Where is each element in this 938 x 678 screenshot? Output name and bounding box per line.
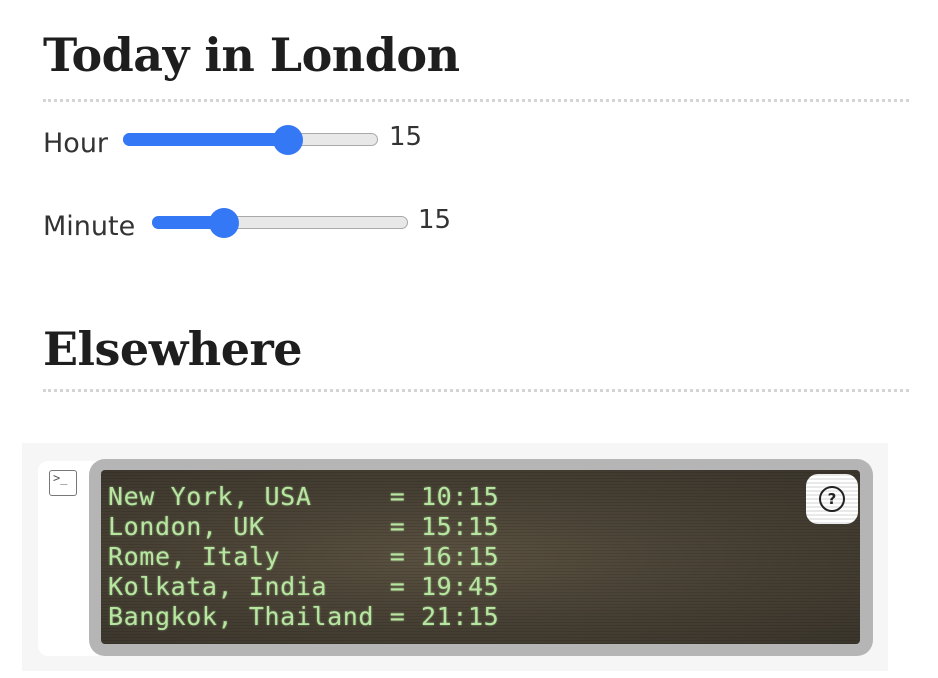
hour-slider-row: Hour 15 bbox=[43, 122, 463, 162]
question-circle-icon: ? bbox=[819, 486, 845, 512]
minute-slider-thumb[interactable] bbox=[209, 208, 239, 238]
elsewhere-divider bbox=[43, 389, 909, 392]
console-output: New York, USA = 10:15 London, UK = 15:15… bbox=[108, 482, 499, 632]
elsewhere-heading: Elsewhere bbox=[43, 322, 303, 376]
hour-slider[interactable] bbox=[123, 125, 378, 155]
console-line: Bangkok, Thailand = 21:15 bbox=[108, 602, 500, 631]
hour-slider-value: 15 bbox=[389, 122, 423, 152]
console-screen: New York, USA = 10:15 London, UK = 15:15… bbox=[101, 470, 860, 644]
console-line: London, UK = 15:15 bbox=[108, 512, 500, 541]
hour-slider-label: Hour bbox=[43, 128, 109, 159]
minute-slider[interactable] bbox=[152, 208, 408, 238]
heading-divider bbox=[43, 99, 909, 102]
console-line: New York, USA = 10:15 bbox=[108, 482, 500, 511]
hour-slider-fill bbox=[123, 133, 289, 146]
hour-slider-thumb[interactable] bbox=[273, 125, 303, 155]
terminal-prompt-icon: >_ bbox=[49, 470, 77, 496]
help-button[interactable]: ? bbox=[806, 474, 858, 524]
console-line: Rome, Italy = 16:15 bbox=[108, 542, 500, 571]
minute-slider-value: 15 bbox=[418, 205, 452, 235]
minute-slider-label: Minute bbox=[43, 211, 136, 242]
minute-slider-row: Minute 15 bbox=[43, 205, 463, 245]
console-line: Kolkata, India = 19:45 bbox=[108, 572, 500, 601]
today-in-london-heading: Today in London bbox=[43, 28, 460, 82]
